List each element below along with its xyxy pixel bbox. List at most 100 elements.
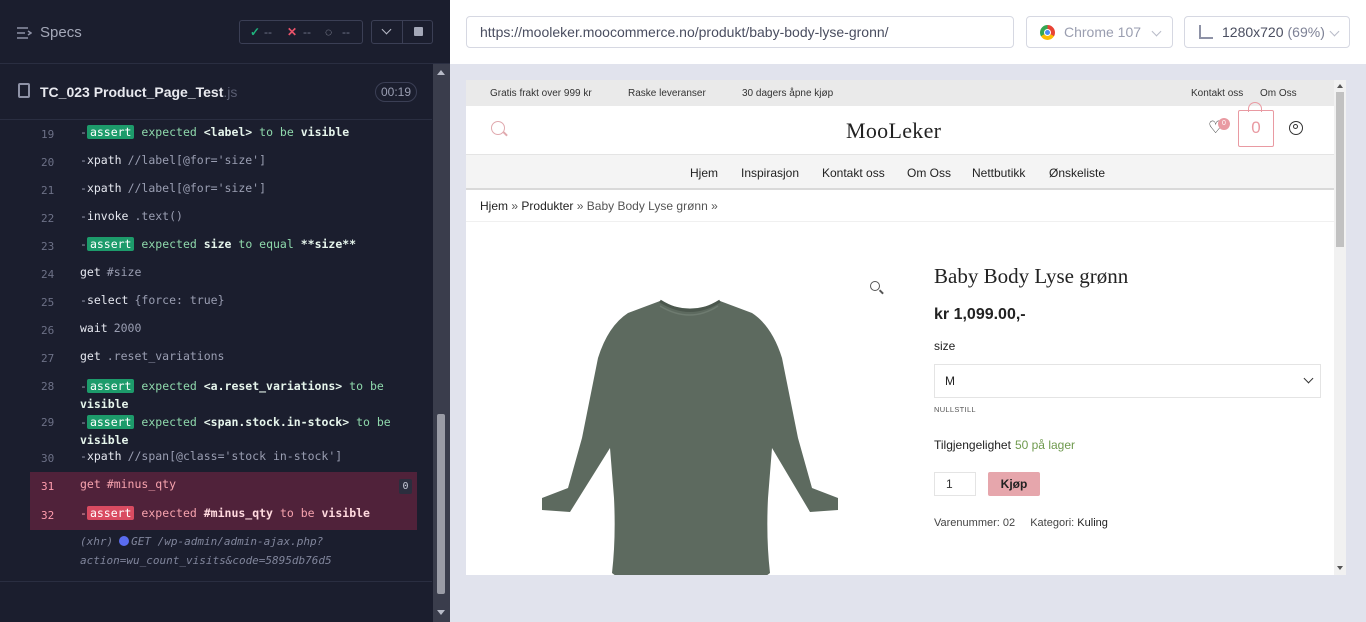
viewport-selector[interactable]: 1280x720 (69%)	[1184, 16, 1350, 48]
command-number: 32	[41, 509, 55, 522]
command-row[interactable]: 27 get .reset_variations	[30, 344, 417, 372]
command-log-scrollbar[interactable]	[433, 64, 450, 622]
command-number: 20	[41, 156, 55, 169]
runner-header: Specs ✓ -- ✕ -- ◌ --	[0, 0, 450, 64]
command-row[interactable]: 21 -xpath//label[@for='size']	[30, 176, 417, 204]
reset-variations-link[interactable]: NULLSTILL	[934, 405, 976, 414]
breadcrumb-current: Baby Body Lyse grønn	[586, 199, 708, 213]
browser-toolbar: https://mooleker.moocommerce.no/produkt/…	[450, 0, 1366, 64]
url-bar[interactable]: https://mooleker.moocommerce.no/produkt/…	[466, 16, 1014, 48]
spec-file-name[interactable]: TC_023 Product_Page_Test.js	[40, 84, 237, 100]
command-number: 25	[41, 296, 55, 309]
command-row[interactable]: 24 get #size	[30, 260, 417, 288]
page-scrollbar[interactable]	[1334, 80, 1346, 575]
nav-item-kontakt[interactable]: Kontakt oss	[822, 166, 885, 180]
assert-badge: assert	[86, 125, 135, 139]
cart-button[interactable]: 0	[1238, 110, 1274, 147]
failed-count: --	[303, 25, 311, 39]
command-row[interactable]: 29 - assert expected <span.stock.in-stock…	[30, 408, 417, 447]
scroll-down-icon[interactable]	[437, 610, 445, 615]
main-nav: Hjem Inspirasjon Kontakt oss Om Oss Nett…	[466, 154, 1334, 190]
breadcrumb-category[interactable]: Produkter	[521, 199, 573, 213]
app-preview-panel: https://mooleker.moocommerce.no/produkt/…	[450, 0, 1366, 622]
search-icon[interactable]	[491, 121, 505, 135]
stop-button[interactable]	[403, 21, 433, 43]
scroll-down-icon[interactable]	[1337, 566, 1343, 570]
command-row[interactable]: 22 -invoke .text()	[30, 204, 417, 232]
ruler-icon	[1199, 25, 1213, 39]
site-logo[interactable]: MooLeker	[846, 118, 941, 144]
specs-title[interactable]: Specs	[40, 24, 82, 41]
scroll-up-icon[interactable]	[437, 70, 445, 75]
app-under-test-frame: Gratis frakt over 999 kr Raske leveranse…	[466, 80, 1346, 575]
command-row[interactable]: 30 -xpath//span[@class='stock in-stock']	[30, 444, 417, 472]
top-about-link[interactable]: Om Oss	[1260, 88, 1297, 99]
nav-item-inspirasjon[interactable]: Inspirasjon	[741, 166, 799, 180]
command-number: 30	[41, 452, 55, 465]
site-top-strip: Gratis frakt over 999 kr Raske leveranse…	[466, 80, 1334, 106]
command-row[interactable]: 23 - assert expected size to equal **size…	[30, 232, 417, 260]
breadcrumb-home[interactable]: Hjem	[480, 199, 508, 213]
nav-item-hjem[interactable]: Hjem	[690, 166, 718, 180]
product-image[interactable]	[540, 298, 840, 575]
category-link[interactable]: Kuling	[1077, 517, 1108, 529]
wishlist-count-badge: 0	[1218, 118, 1230, 130]
chrome-icon	[1040, 25, 1055, 40]
command-row[interactable]: 19 - assert expected <label> to be visibl…	[30, 120, 417, 148]
scroll-up-icon[interactable]	[1337, 84, 1343, 88]
chevron-down-icon	[1151, 26, 1162, 37]
command-number: 21	[41, 184, 55, 197]
command-number: 31	[41, 480, 55, 493]
passed-count: --	[264, 25, 272, 39]
nav-item-onskeliste[interactable]: Ønskeliste	[1049, 166, 1105, 180]
file-icon	[18, 83, 30, 98]
command-row[interactable]: 25 -select {force: true}	[30, 288, 417, 316]
size-select[interactable]: M	[934, 364, 1321, 398]
test-stats: ✓ -- ✕ -- ◌ --	[239, 20, 363, 44]
assert-badge: assert	[86, 415, 135, 429]
passed-icon: ✓	[250, 25, 261, 39]
xhr-log-entry[interactable]: (xhr) GET /wp-admin/admin-ajax.php? actio…	[80, 532, 380, 570]
failed-command-row[interactable]: 31 get #minus_qty 0	[30, 472, 417, 500]
image-zoom-icon[interactable]	[870, 281, 880, 291]
product-meta: Varenummer: 02 Kategori: Kuling	[934, 517, 1108, 529]
scroll-thumb[interactable]	[1336, 92, 1344, 247]
site-header: MooLeker ♡ 0 0	[466, 102, 1334, 154]
top-contact-link[interactable]: Kontakt oss	[1191, 88, 1243, 99]
quantity-input[interactable]: 1	[934, 472, 976, 496]
command-number: 26	[41, 324, 55, 337]
element-count-badge: 0	[399, 479, 412, 494]
stock-status: Tilgjengelighet 50 på lager	[934, 438, 1075, 452]
assert-badge: assert	[86, 237, 135, 251]
failed-icon: ✕	[287, 25, 298, 39]
spec-duration: 00:19	[375, 82, 417, 102]
stock-in-stock: 50 på lager	[1014, 438, 1075, 452]
command-number: 27	[41, 352, 55, 365]
chevron-down-icon	[381, 24, 392, 35]
command-row[interactable]: 20 -xpath//label[@for='size']	[30, 148, 417, 176]
user-account-icon[interactable]	[1289, 121, 1303, 135]
stop-icon	[414, 27, 423, 36]
command-number: 24	[41, 268, 55, 281]
specs-list-icon[interactable]	[17, 26, 32, 40]
failed-command-row[interactable]: 32 - assert expected #minus_qty to be vis…	[30, 500, 417, 530]
product-title: Baby Body Lyse grønn	[934, 264, 1129, 288]
assert-failed-badge: assert	[86, 506, 135, 520]
command-number: 22	[41, 212, 55, 225]
buy-button[interactable]: Kjøp	[988, 472, 1040, 496]
size-label: size	[934, 339, 956, 353]
nav-item-om-oss[interactable]: Om Oss	[907, 166, 951, 180]
browser-selector[interactable]: Chrome 107	[1026, 16, 1173, 48]
command-row[interactable]: 26 wait 2000	[30, 316, 417, 344]
scroll-thumb[interactable]	[437, 414, 445, 594]
xhr-status-dot	[119, 536, 130, 546]
command-row[interactable]: 28 - assert expected <a.reset_variations>…	[30, 372, 417, 411]
pending-icon: ◌	[325, 25, 333, 39]
command-number: 28	[41, 380, 55, 393]
command-number: 23	[41, 240, 55, 253]
collapse-button[interactable]	[372, 21, 402, 43]
command-log-panel: Specs ✓ -- ✕ -- ◌ -- TC_023 Product_Page…	[0, 0, 450, 622]
runner-controls	[371, 20, 433, 44]
command-number: 19	[41, 128, 55, 141]
nav-item-nettbutikk[interactable]: Nettbutikk	[972, 166, 1025, 180]
